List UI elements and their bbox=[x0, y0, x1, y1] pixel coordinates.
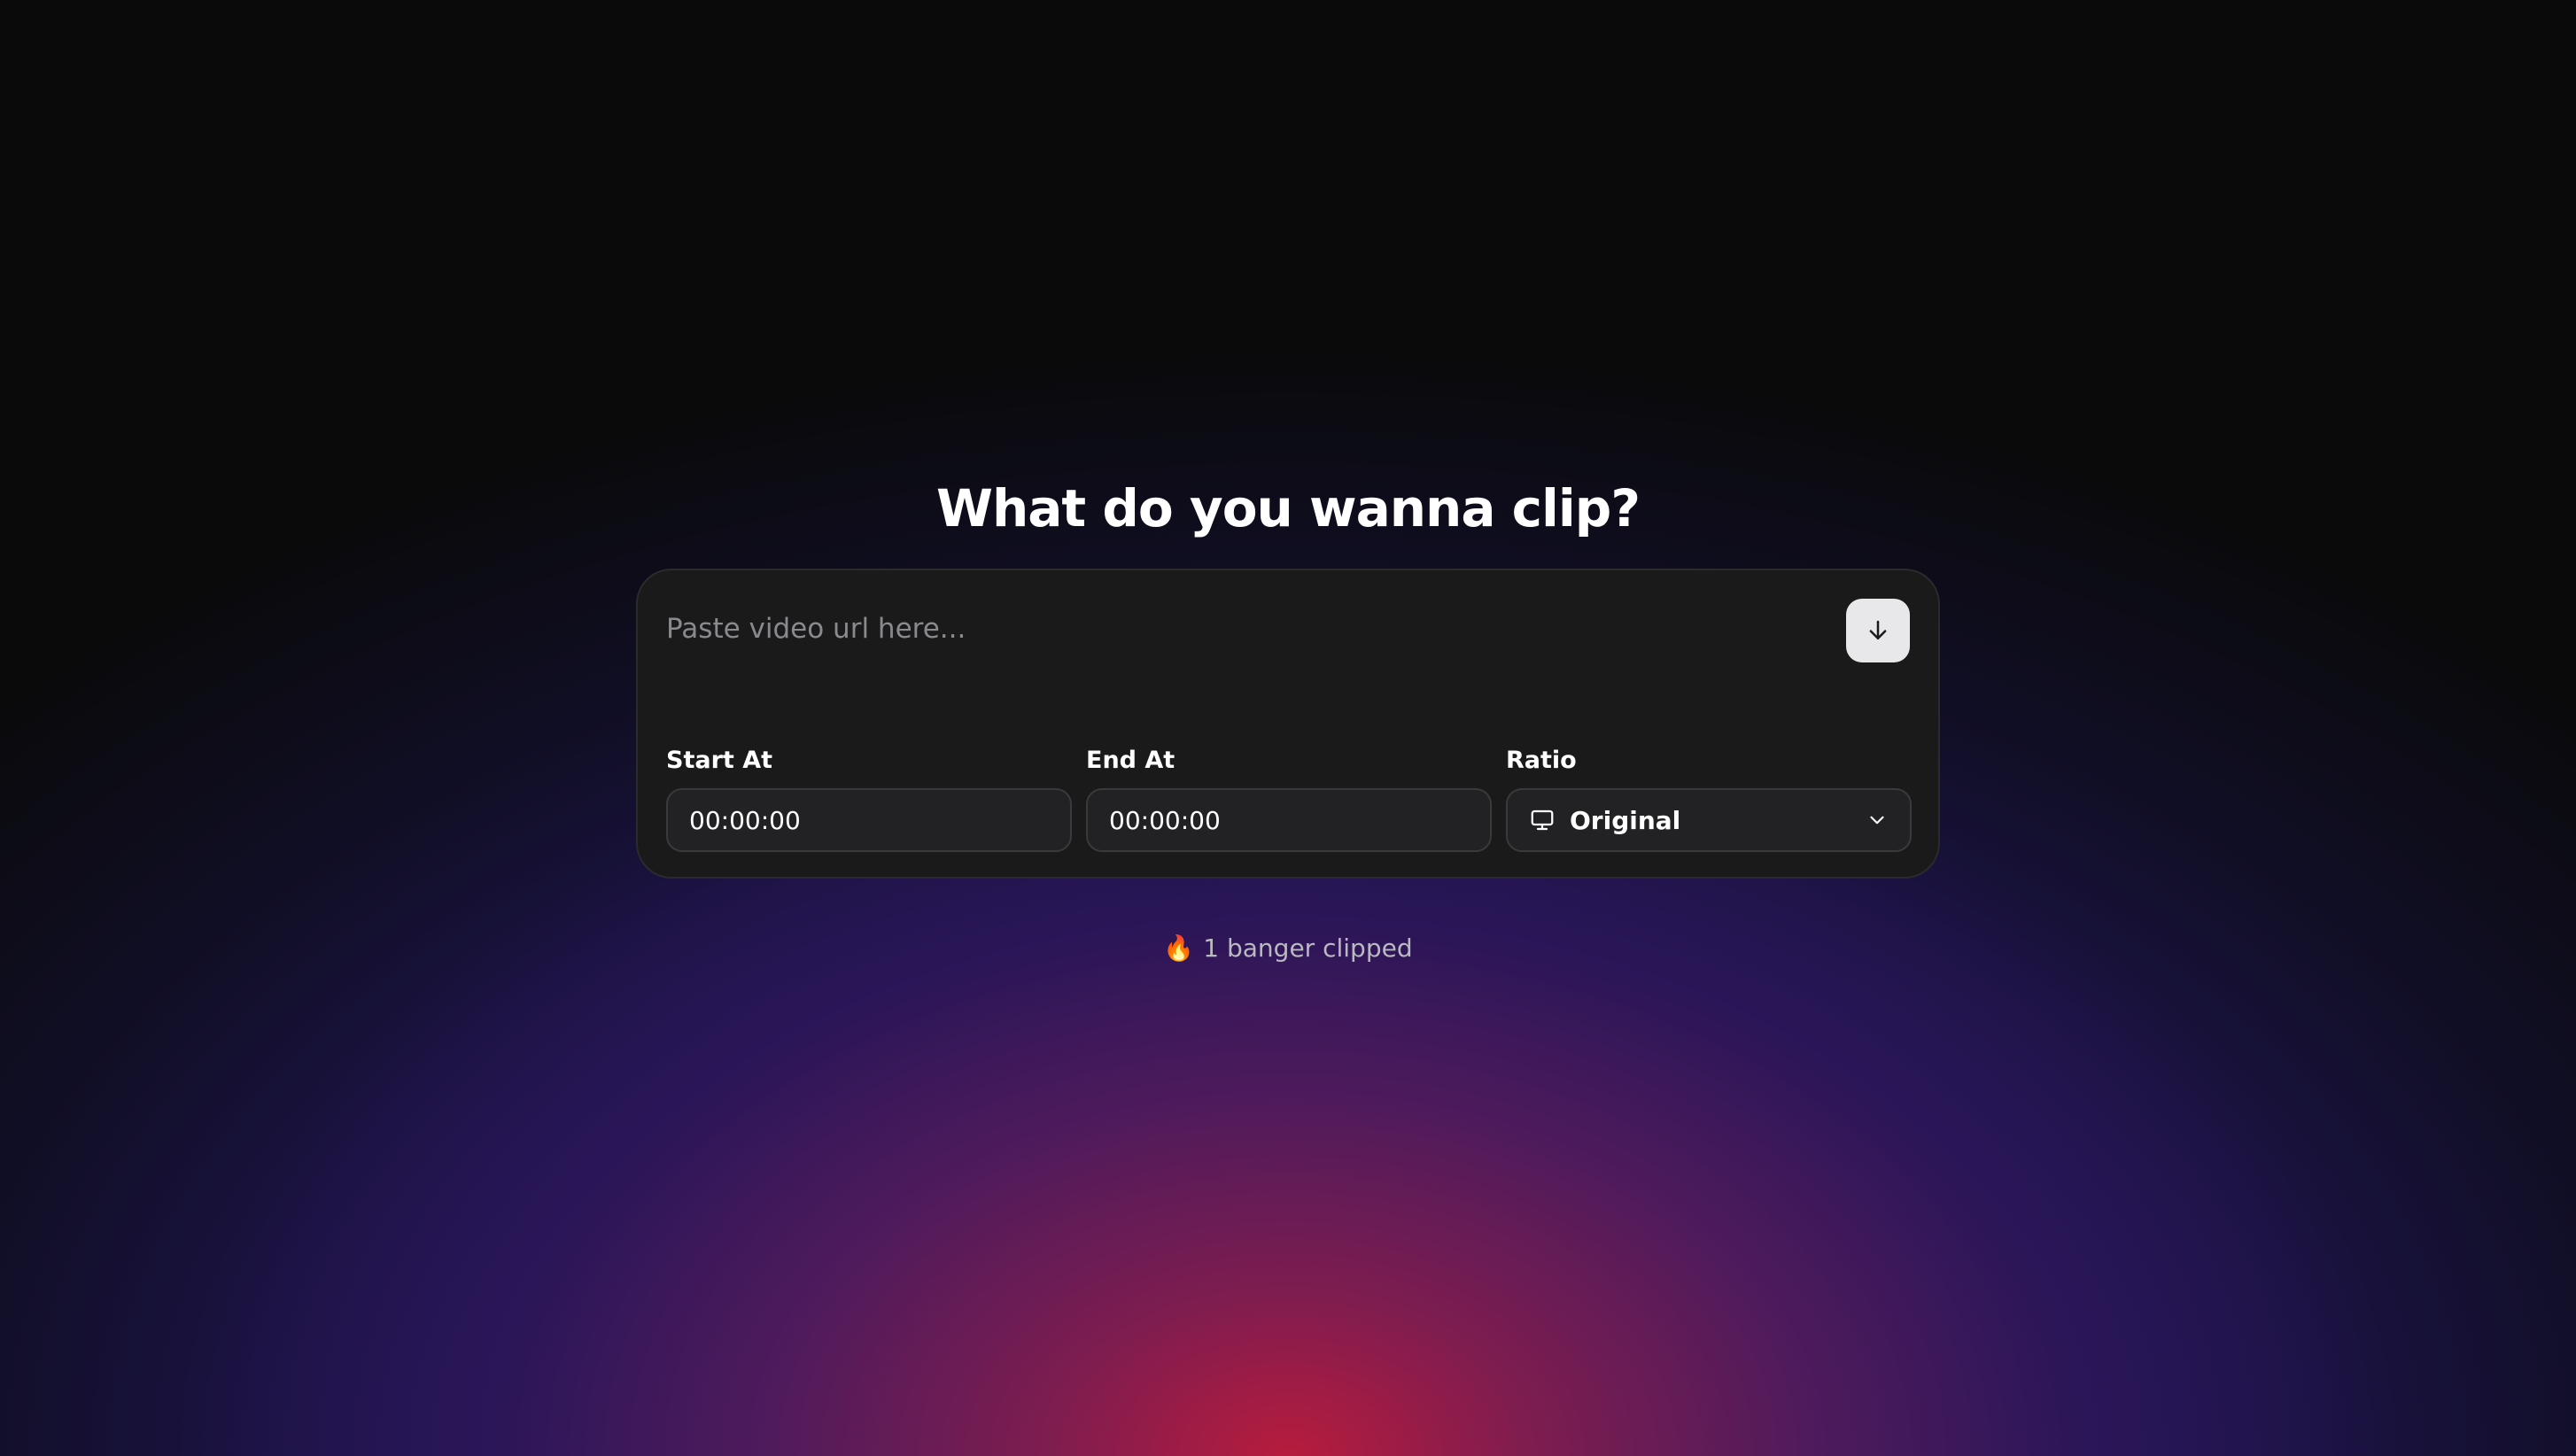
clip-options: Start At End At Ratio bbox=[666, 746, 1912, 852]
clip-counter: 🔥 1 banger clipped bbox=[636, 933, 1940, 963]
monitor-icon bbox=[1531, 809, 1554, 831]
start-at-field: Start At bbox=[666, 746, 1072, 852]
start-at-input[interactable] bbox=[689, 805, 1049, 835]
fire-icon: 🔥 bbox=[1163, 933, 1195, 963]
end-at-label: End At bbox=[1086, 747, 1175, 774]
ratio-select[interactable]: Original bbox=[1506, 788, 1912, 852]
clip-form-card: Start At End At Ratio bbox=[636, 569, 1940, 879]
chevron-down-icon bbox=[1870, 816, 1884, 825]
ratio-field: Ratio Original bbox=[1506, 746, 1912, 852]
start-at-label: Start At bbox=[666, 747, 772, 774]
arrow-down-icon bbox=[1869, 620, 1887, 639]
ratio-select-value-group: Original bbox=[1529, 806, 1680, 835]
video-url-input[interactable] bbox=[666, 600, 1782, 657]
start-at-box bbox=[666, 788, 1072, 852]
main-content: What do you wanna clip? Start At End At bbox=[636, 478, 1940, 963]
end-at-field: End At bbox=[1086, 746, 1492, 852]
ratio-selected-value: Original bbox=[1570, 805, 1681, 835]
end-at-input[interactable] bbox=[1109, 805, 1469, 835]
clip-counter-text: 1 banger clipped bbox=[1203, 933, 1413, 963]
end-at-box bbox=[1086, 788, 1492, 852]
page-title: What do you wanna clip? bbox=[936, 478, 1641, 538]
download-button[interactable] bbox=[1846, 599, 1910, 662]
ratio-label: Ratio bbox=[1506, 747, 1577, 774]
